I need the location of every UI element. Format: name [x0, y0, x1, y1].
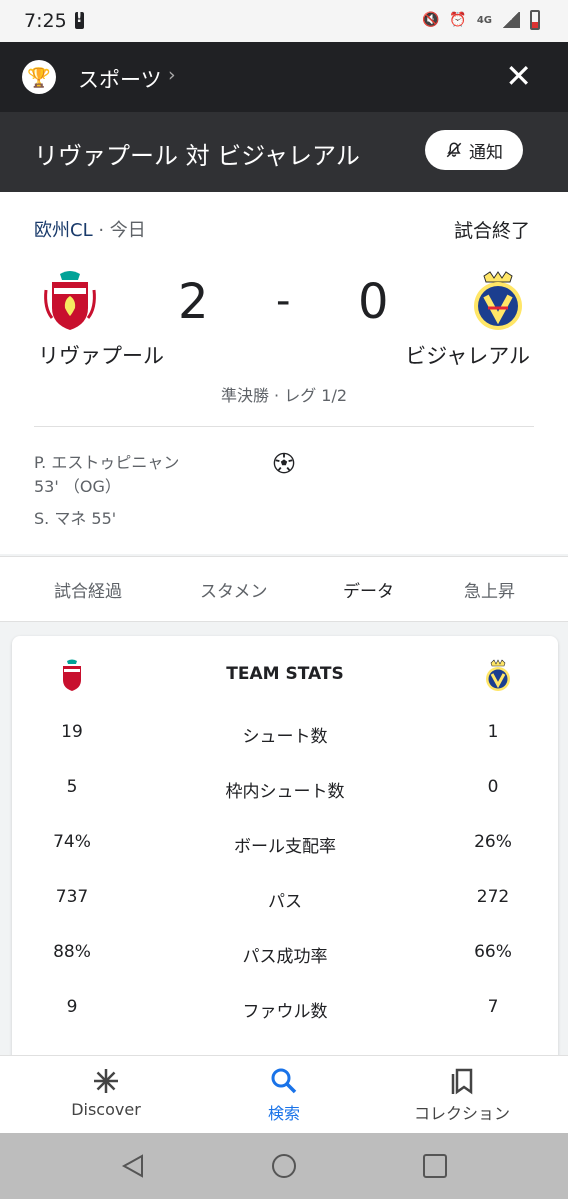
away-stat: 1: [487, 722, 499, 742]
match-title: リヴァプール 対 ビジャレアル: [34, 142, 360, 170]
stat-row: 737 パス 272: [12, 887, 558, 917]
villarreal-crest-icon[interactable]: [466, 268, 530, 332]
tab-lineups[interactable]: スタメン: [200, 577, 268, 602]
chevron-right-icon: ›: [168, 64, 176, 86]
league-date: 欧州CL · 今日: [34, 216, 146, 242]
search-icon: [214, 1066, 354, 1100]
score-dash: -: [276, 278, 291, 324]
away-stat: 0: [487, 777, 499, 797]
away-team-name[interactable]: ビジャレアル: [405, 340, 530, 370]
separator: ·: [92, 220, 110, 241]
away-stat: 66%: [474, 942, 512, 962]
home-stat: 5: [66, 777, 78, 797]
goal-scorer: P. エストゥピニャン 53' （OG）: [34, 453, 180, 496]
tab-data[interactable]: データ: [343, 577, 394, 602]
match-card: 欧州CL · 今日 試合終了 2 - 0 リヴァプール ビジャレアル 準決勝 ·…: [0, 192, 568, 554]
match-status: 試合終了: [453, 220, 530, 242]
notify-button[interactable]: 通知: [425, 130, 523, 170]
tab-trending[interactable]: 急上昇: [464, 577, 515, 602]
stat-row: 19 シュート数 1: [12, 722, 558, 752]
bottom-nav: Discover 検索 コレクション: [0, 1055, 568, 1133]
away-stat: 7: [487, 997, 499, 1017]
match-round: 準決勝 · レグ 1/2: [220, 386, 348, 405]
divider: [34, 426, 534, 427]
villarreal-crest-icon: [486, 659, 510, 691]
away-stat: 26%: [474, 832, 512, 852]
stat-row: 88% パス成功率 66%: [12, 942, 558, 972]
nav-search-label: 検索: [267, 1104, 300, 1123]
bell-add-icon: [446, 142, 462, 158]
alert-icon: [75, 10, 84, 29]
match-tabs: 試合経過 スタメン データ 急上昇: [0, 556, 568, 622]
home-stat: 9: [66, 997, 78, 1017]
stat-label: パス: [268, 892, 302, 912]
team-stats-heading: TEAM STATS: [226, 664, 344, 684]
stat-label: ボール支配率: [234, 837, 336, 857]
home-icon[interactable]: [271, 1153, 297, 1179]
home-stat: 74%: [53, 832, 91, 852]
tab-match-progress[interactable]: 試合経過: [54, 577, 122, 602]
asterisk-icon: [36, 1066, 176, 1100]
back-icon[interactable]: [120, 1153, 146, 1179]
top-bar: 🏆 スポーツ › ✕: [0, 42, 568, 112]
alarm-icon: ⏰: [449, 12, 467, 28]
stat-label: 枠内シュート数: [225, 782, 345, 802]
away-score: 0: [358, 274, 389, 330]
stat-label: シュート数: [242, 727, 328, 747]
liverpool-crest-icon[interactable]: [38, 268, 102, 332]
league-link[interactable]: 欧州CL: [34, 220, 93, 241]
nav-discover[interactable]: Discover: [36, 1066, 176, 1119]
close-button[interactable]: ✕: [505, 56, 532, 96]
status-bar: 7:25 🔇 ⏰ 4G: [0, 0, 568, 42]
status-icons: 🔇 ⏰ 4G: [422, 10, 540, 30]
stat-row: 5 枠内シュート数 0: [12, 777, 558, 807]
nav-search[interactable]: 検索: [214, 1066, 354, 1124]
notify-label: 通知: [469, 142, 503, 163]
home-stat: 88%: [53, 942, 91, 962]
sports-link[interactable]: スポーツ: [78, 64, 162, 94]
recents-icon[interactable]: [422, 1153, 448, 1179]
nav-collections[interactable]: コレクション: [392, 1066, 532, 1124]
match-date: 今日: [109, 220, 146, 241]
signal-icon: [502, 12, 520, 28]
stat-row: 74% ボール支配率 26%: [12, 832, 558, 862]
stat-label: パス成功率: [242, 947, 328, 967]
status-time: 7:25: [24, 10, 67, 32]
nav-discover-label: Discover: [71, 1100, 141, 1119]
match-title-bar: リヴァプール 対 ビジャレアル 通知: [0, 112, 568, 192]
network-label: 4G: [476, 14, 492, 26]
home-stat: 19: [61, 722, 83, 742]
mute-icon: 🔇: [421, 12, 440, 28]
stat-row: 9 ファウル数 7: [12, 997, 558, 1027]
home-score: 2: [178, 274, 209, 330]
nav-collections-label: コレクション: [413, 1104, 510, 1123]
battery-icon: [530, 10, 540, 30]
system-nav-bar: [0, 1133, 568, 1199]
home-stat: 737: [55, 887, 89, 907]
goal-scorer: S. マネ 55': [34, 509, 117, 528]
soccer-ball-icon: [273, 452, 295, 474]
bookmarks-icon: [392, 1066, 532, 1100]
stat-label: ファウル数: [242, 1002, 328, 1022]
away-stat: 272: [476, 887, 510, 907]
team-stats-card: TEAM STATS 19 シュート数 1 5 枠内シュート数 0 74% ボー…: [12, 636, 558, 1076]
home-team-name[interactable]: リヴァプール: [38, 340, 164, 370]
trophy-icon: 🏆: [22, 60, 56, 94]
